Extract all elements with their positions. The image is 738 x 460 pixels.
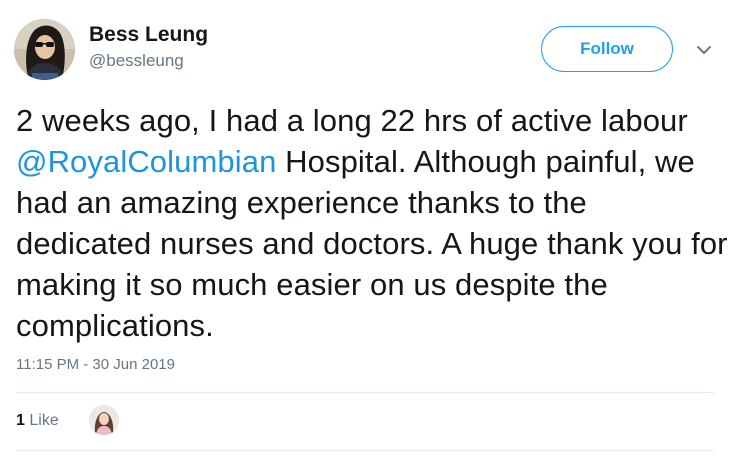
liker-photo-icon (89, 405, 119, 435)
mention-link[interactable]: @RoyalColumbian (16, 144, 276, 179)
like-label: Like (29, 412, 59, 429)
divider (16, 392, 714, 393)
tweet-text: 2 weeks ago, I had a long 22 hrs of acti… (16, 100, 728, 346)
display-name[interactable]: Bess Leung (89, 22, 208, 48)
timestamp[interactable]: 11:15 PM - 30 Jun 2019 (16, 355, 175, 375)
tweet-card: Bess Leung @bessleung Follow 2 weeks ago… (0, 0, 738, 460)
follow-button[interactable]: Follow (541, 26, 673, 72)
chevron-down-icon[interactable] (694, 41, 714, 59)
user-handle[interactable]: @bessleung (89, 50, 208, 72)
likes-stat[interactable]: 1 Like (16, 411, 59, 431)
avatar[interactable] (14, 19, 75, 80)
avatar-photo-icon (14, 19, 75, 80)
like-count: 1 (16, 412, 25, 429)
divider (16, 450, 714, 451)
liker-avatar[interactable] (89, 405, 119, 435)
tweet-text-before: 2 weeks ago, I had a long 22 hrs of acti… (16, 103, 688, 138)
user-info: Bess Leung @bessleung (89, 22, 208, 72)
